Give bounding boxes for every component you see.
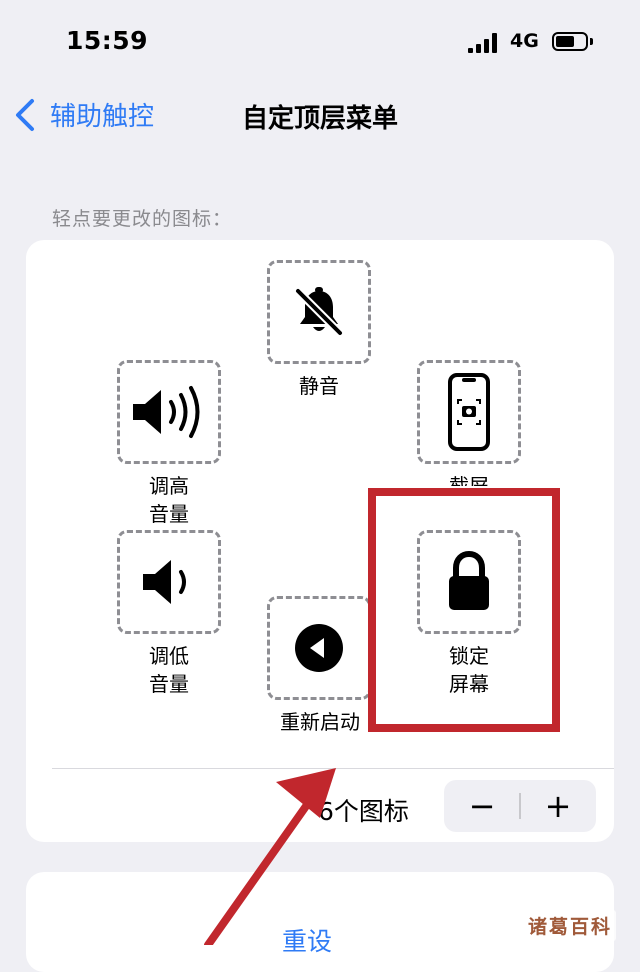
watermark: 诸葛百科	[524, 910, 617, 941]
annotation-arrow-icon	[204, 768, 336, 945]
